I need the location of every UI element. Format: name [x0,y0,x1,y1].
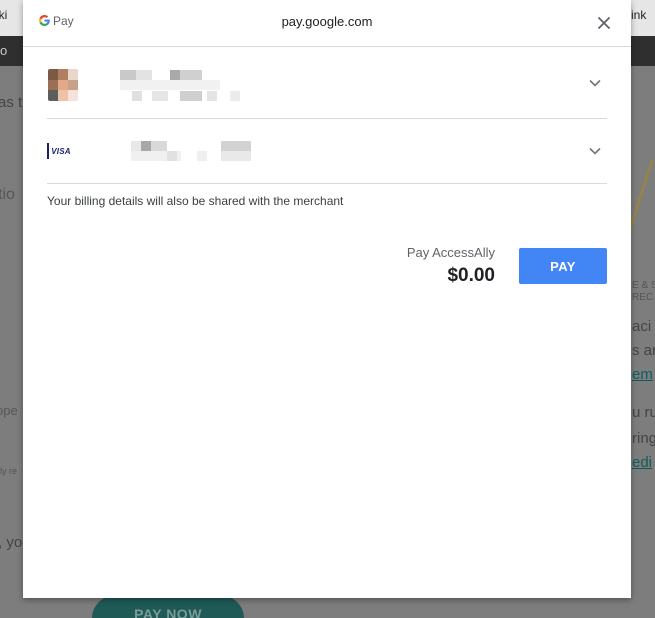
bg-text-fragment: as t [0,94,23,111]
bg-text-fragment: s ar [632,342,655,359]
redacted-address [132,91,142,101]
redacted-name [170,70,180,80]
bg-text-fragment: E & S [632,280,655,291]
redacted-card-number [197,151,207,161]
redacted-address [207,91,217,101]
bg-text-fragment: REC [632,292,654,303]
bg-link-fragment: em [632,366,653,383]
redacted-name [120,70,136,80]
bg-text-fragment: tio [0,186,15,203]
merchant-label: Pay AccessAlly [406,245,495,260]
avatar [48,69,78,101]
payment-method-section[interactable]: VISA [47,119,607,184]
bg-text-fragment: u ru [632,404,655,421]
browser-tab-right: ink [631,8,647,22]
redacted-name [136,70,152,80]
redacted-card-number [131,141,141,151]
contact-info-section[interactable] [47,47,607,119]
pay-now-label: PAY NOW [134,606,202,618]
bg-text-fragment: lly re [0,466,18,476]
browser-tab-left: iki [0,8,8,22]
billing-note: Your billing details will also be shared… [47,194,344,208]
bg-text-fragment: ope [0,403,18,418]
redacted-name [180,70,202,80]
pay-now-button-background: PAY NOW [92,596,244,618]
redacted-card-number [221,151,251,161]
redacted-address [180,91,202,101]
redacted-address [230,91,240,101]
site-nav-fragment: o [0,43,8,58]
dialog-header: Pay pay.google.com [23,0,631,47]
card-brand: VISA [51,146,71,156]
chevron-down-icon[interactable] [587,143,603,159]
bg-link-fragment: edi [632,454,653,471]
dialog-title: pay.google.com [281,14,373,29]
bg-text-fragment: aci [632,318,652,335]
close-button[interactable] [595,14,613,32]
redacted-address [152,91,168,101]
total-amount: $0.00 [447,265,495,286]
redacted-card-number [221,141,251,151]
redacted-card-number [167,151,177,161]
bg-text-fragment: , yo [0,534,23,551]
google-pay-dialog: Pay pay.google.com VISA Your billing det… [23,0,631,598]
redacted-address [120,80,220,90]
visa-icon: VISA [47,143,73,159]
bg-text-fragment: ring [632,430,655,447]
close-icon [598,17,610,29]
redacted-card-number [141,141,151,151]
redacted-card-number [151,141,167,151]
pay-button[interactable]: PAY [519,248,607,284]
chevron-down-icon[interactable] [587,75,603,91]
